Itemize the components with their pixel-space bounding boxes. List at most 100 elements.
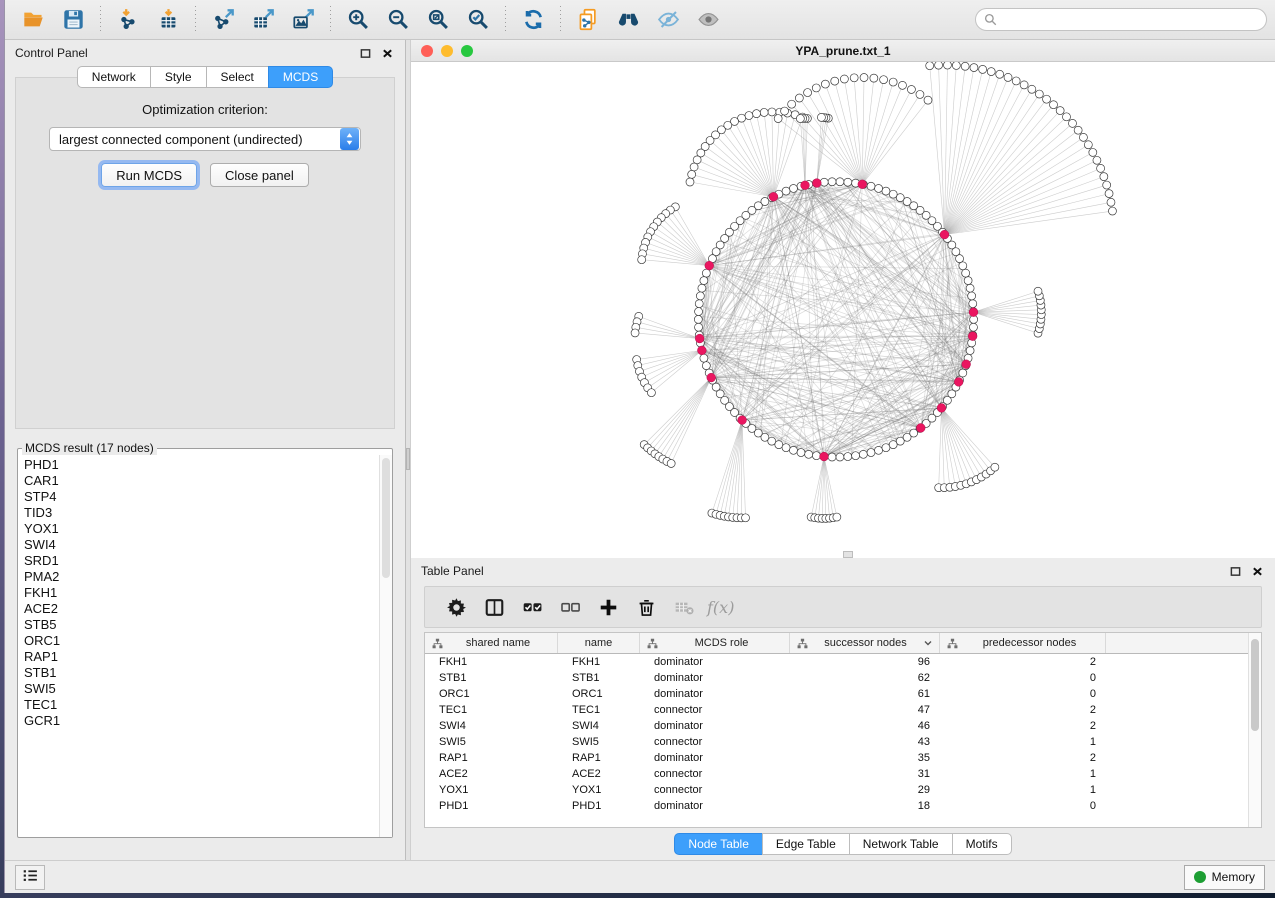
table-row[interactable]: SWI4SWI4dominator462 <box>425 718 1248 734</box>
float-panel-button[interactable] <box>357 45 373 61</box>
close-table-panel-button[interactable] <box>1249 563 1265 579</box>
mcds-node-item[interactable]: PMA2 <box>24 569 379 585</box>
tab-style[interactable]: Style <box>150 66 206 88</box>
mcds-node-item[interactable]: ORC1 <box>24 633 379 649</box>
tab-network-table[interactable]: Network Table <box>849 833 952 855</box>
network-window: YPA_prune.txt_1 <box>411 40 1275 558</box>
table-row[interactable]: STB1STB1dominator620 <box>425 670 1248 686</box>
import-network-button[interactable] <box>108 4 148 36</box>
clone-network-button[interactable] <box>568 4 608 36</box>
zoom-out-button[interactable] <box>378 4 418 36</box>
mcds-node-item[interactable]: SRD1 <box>24 553 379 569</box>
task-history-button[interactable] <box>15 865 45 890</box>
mcds-node-item[interactable]: STB1 <box>24 665 379 681</box>
table-row[interactable]: ORC1ORC1dominator610 <box>425 686 1248 702</box>
close-panel-button[interactable] <box>379 45 395 61</box>
zoom-fit-button[interactable] <box>418 4 458 36</box>
network-window-titlebar[interactable]: YPA_prune.txt_1 <box>411 40 1275 62</box>
mcds-result-list[interactable]: PHD1CAR1STP4TID3YOX1SWI4SRD1PMA2FKH1ACE2… <box>18 455 379 837</box>
tab-select[interactable]: Select <box>206 66 268 88</box>
list-icon <box>22 867 39 887</box>
cell: 31 <box>790 768 940 780</box>
mcds-result-title: MCDS result (17 nodes) <box>22 441 157 455</box>
mcds-node-item[interactable]: SWI4 <box>24 537 379 553</box>
mcds-list-scrollbar[interactable] <box>379 455 392 837</box>
mcds-node-item[interactable]: PHD1 <box>24 457 379 473</box>
open-file-button[interactable] <box>13 4 53 36</box>
cell: 43 <box>790 736 940 748</box>
tab-network[interactable]: Network <box>77 66 150 88</box>
cell: 1 <box>940 768 1106 780</box>
mcds-node-item[interactable]: TID3 <box>24 505 379 521</box>
toolbar-separator <box>330 6 331 34</box>
horizontal-splitter[interactable] <box>843 551 853 558</box>
table-row[interactable]: TEC1TEC1connector472 <box>425 702 1248 718</box>
criterion-select-value: largest connected component (undirected) <box>59 132 340 147</box>
tab-node-table[interactable]: Node Table <box>674 833 762 855</box>
add-column-button[interactable] <box>589 590 627 624</box>
search-input[interactable] <box>975 8 1267 31</box>
table-row[interactable]: ACE2ACE2connector311 <box>425 766 1248 782</box>
network-graph[interactable] <box>411 62 1275 557</box>
cell: YOX1 <box>425 784 558 796</box>
run-mcds-button[interactable]: Run MCDS <box>101 163 197 187</box>
toolbar-separator <box>505 6 506 34</box>
close-panel-mcds-button[interactable]: Close panel <box>210 163 309 187</box>
column-header-predecessor-nodes[interactable]: predecessor nodes <box>940 633 1106 653</box>
export-image-button[interactable] <box>283 4 323 36</box>
table-row[interactable]: RAP1RAP1dominator352 <box>425 750 1248 766</box>
deselect-all-button[interactable] <box>551 590 589 624</box>
show-columns-button[interactable] <box>475 590 513 624</box>
zoom-in-button[interactable] <box>338 4 378 36</box>
cell: 1 <box>940 784 1106 796</box>
column-header-successor-nodes[interactable]: successor nodes <box>790 633 940 653</box>
delete-table-button <box>665 590 703 624</box>
mcds-node-item[interactable]: YOX1 <box>24 521 379 537</box>
zoom-selected-button[interactable] <box>458 4 498 36</box>
memory-button[interactable]: Memory <box>1184 865 1265 890</box>
import-table-icon <box>157 8 180 31</box>
toolbar-separator <box>195 6 196 34</box>
column-header-shared-name[interactable]: shared name <box>425 633 558 653</box>
export-network-button[interactable] <box>203 4 243 36</box>
cell: 0 <box>940 800 1106 812</box>
import-table-button[interactable] <box>148 4 188 36</box>
mcds-node-item[interactable]: ACE2 <box>24 601 379 617</box>
table-row[interactable]: SWI5SWI5connector431 <box>425 734 1248 750</box>
delete-column-button[interactable] <box>627 590 665 624</box>
column-header-name[interactable]: name <box>558 633 640 653</box>
table-row[interactable]: YOX1YOX1connector291 <box>425 782 1248 798</box>
mcds-node-item[interactable]: GCR1 <box>24 713 379 729</box>
table-row[interactable]: FKH1FKH1dominator962 <box>425 654 1248 670</box>
tab-motifs[interactable]: Motifs <box>952 833 1012 855</box>
mcds-node-item[interactable]: STP4 <box>24 489 379 505</box>
network-view[interactable] <box>411 62 1275 558</box>
cell: connector <box>640 768 790 780</box>
hide-selected-button[interactable] <box>648 4 688 36</box>
show-columns-icon <box>484 597 505 618</box>
save-session-button[interactable] <box>53 4 93 36</box>
cell: connector <box>640 736 790 748</box>
mcds-node-item[interactable]: RAP1 <box>24 649 379 665</box>
float-table-panel-button[interactable] <box>1227 563 1243 579</box>
tab-edge-table[interactable]: Edge Table <box>762 833 849 855</box>
table-settings-button[interactable] <box>437 590 475 624</box>
export-table-icon <box>252 8 275 31</box>
mcds-node-item[interactable]: SWI5 <box>24 681 379 697</box>
select-all-button[interactable] <box>513 590 551 624</box>
mcds-node-item[interactable]: FKH1 <box>24 585 379 601</box>
cell: dominator <box>640 672 790 684</box>
mcds-node-item[interactable]: CAR1 <box>24 473 379 489</box>
mcds-node-item[interactable]: TEC1 <box>24 697 379 713</box>
cell: SWI4 <box>558 720 640 732</box>
refresh-layout-button[interactable] <box>513 4 553 36</box>
mcds-node-item[interactable]: STB5 <box>24 617 379 633</box>
first-neighbors-button[interactable] <box>608 4 648 36</box>
criterion-select[interactable]: largest connected component (undirected) <box>49 127 361 151</box>
tab-mcds[interactable]: MCDS <box>268 66 333 88</box>
export-table-button[interactable] <box>243 4 283 36</box>
table-row[interactable]: PHD1PHD1dominator180 <box>425 798 1248 814</box>
cell: 47 <box>790 704 940 716</box>
column-header-MCDS-role[interactable]: MCDS role <box>640 633 790 653</box>
table-scrollbar[interactable] <box>1248 633 1261 827</box>
